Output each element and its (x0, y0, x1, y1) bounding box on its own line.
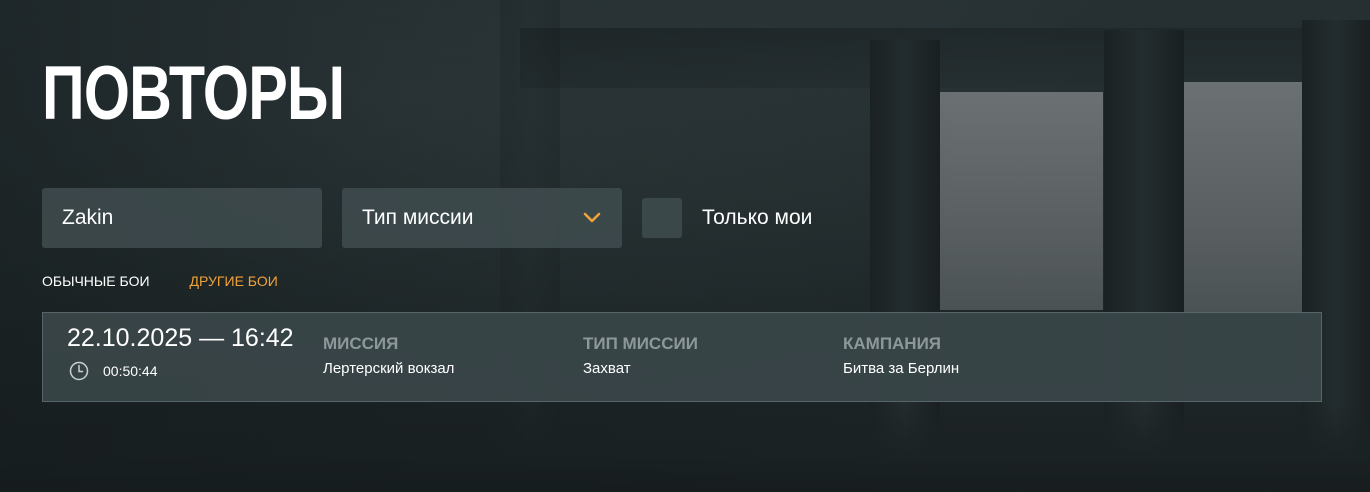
battle-type-tabs: ОБЫЧНЫЕ БОИ ДРУГИЕ БОИ (42, 271, 278, 291)
tab-regular-battles[interactable]: ОБЫЧНЫЕ БОИ (42, 271, 150, 291)
mission-type-header: ТИП МИССИИ (583, 334, 698, 353)
only-mine-label: Только мои (702, 206, 813, 229)
replay-mission-column: МИССИЯ Лертерский вокзал (323, 333, 454, 377)
mission-value: Лертерский вокзал (323, 360, 455, 377)
mission-type-value: Захват (583, 360, 631, 377)
tab-other-battles[interactable]: ДРУГИЕ БОИ (190, 271, 278, 291)
campaign-value: Битва за Берлин (843, 360, 960, 377)
page-title: ПОВТОРЫ (42, 51, 345, 136)
only-mine-checkbox[interactable] (642, 198, 682, 238)
chevron-down-icon (582, 208, 602, 228)
replay-row[interactable]: 22.10.2025 — 16:42 00:50:44 МИССИЯ Лерте… (42, 312, 1322, 402)
mission-type-select-label: Тип миссии (362, 206, 474, 229)
replay-duration-value: 00:50:44 (103, 363, 158, 379)
replay-campaign-column: КАМПАНИЯ Битва за Берлин (843, 333, 959, 377)
mission-header: МИССИЯ (323, 334, 399, 353)
replay-datetime: 22.10.2025 — 16:42 (67, 324, 294, 352)
only-mine-toggle[interactable]: Только мои (642, 198, 812, 238)
player-search-field[interactable] (42, 188, 322, 248)
clock-icon (69, 361, 89, 381)
player-search-input[interactable] (42, 188, 322, 248)
replay-type-column: ТИП МИССИИ Захват (583, 333, 698, 377)
mission-type-select[interactable]: Тип миссии (342, 188, 622, 248)
replays-page: ПОВТОРЫ Тип миссии Только мои ОБЫЧНЫЕ БО… (0, 0, 1370, 492)
campaign-header: КАМПАНИЯ (843, 334, 942, 353)
replay-duration: 00:50:44 (69, 361, 158, 381)
